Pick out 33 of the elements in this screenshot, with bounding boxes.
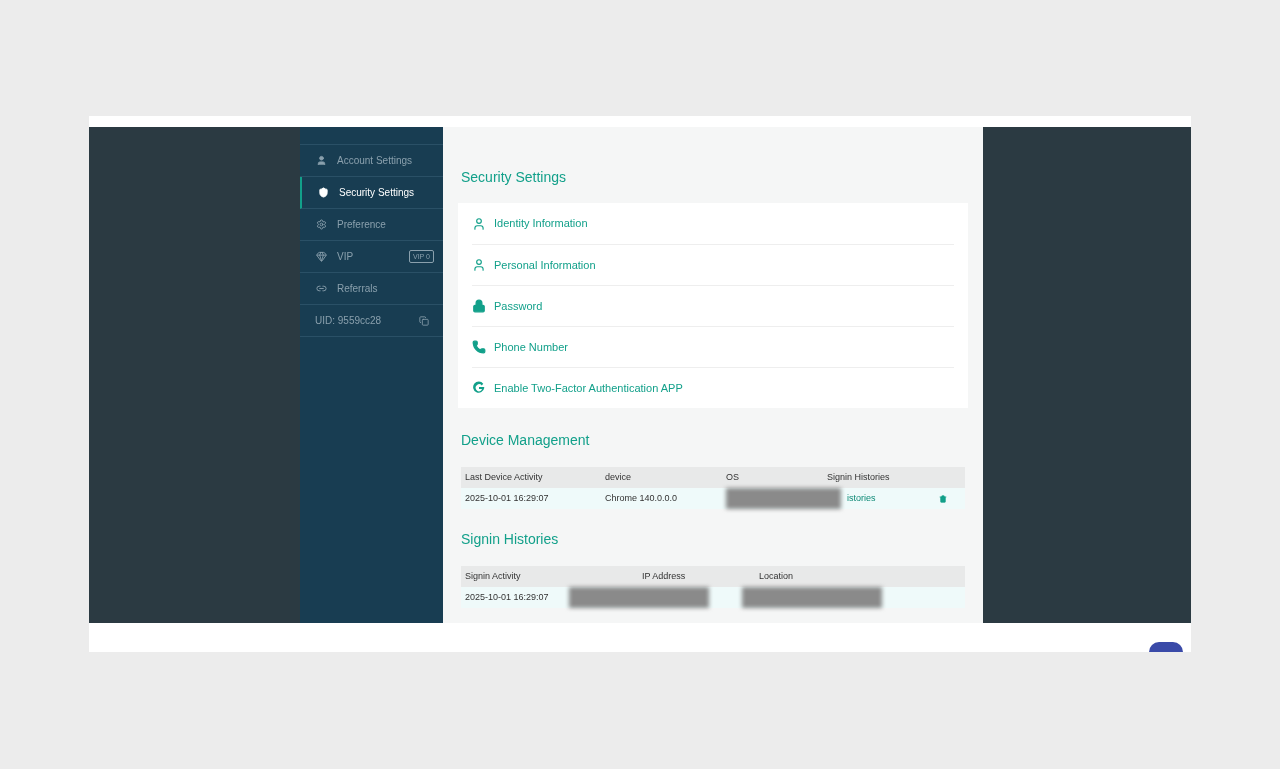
gem-icon bbox=[316, 251, 327, 262]
column-header: OS bbox=[726, 470, 740, 484]
shield-icon bbox=[318, 187, 329, 198]
histories-link[interactable]: istories bbox=[847, 491, 939, 506]
table-cell-text: 2025-10-01 16:29:07 bbox=[465, 491, 550, 505]
security-item[interactable]: Password bbox=[472, 285, 954, 326]
delete-icon[interactable] bbox=[939, 494, 947, 503]
section-title: Security Settings bbox=[460, 168, 568, 187]
security-item[interactable]: Enable Two-Factor Authentication APP bbox=[472, 367, 954, 408]
security-item[interactable]: Personal Information bbox=[472, 244, 954, 285]
link-icon bbox=[316, 283, 327, 294]
security-item[interactable]: Identity Information bbox=[472, 203, 954, 244]
column-header: Signin Activity bbox=[465, 569, 522, 583]
security-item[interactable]: Phone Number bbox=[472, 326, 954, 367]
lock-icon bbox=[472, 299, 486, 313]
chat-bubble[interactable] bbox=[1149, 642, 1183, 652]
copy-icon[interactable] bbox=[419, 315, 429, 326]
user-icon bbox=[316, 155, 327, 166]
column-header: Last Device Activity bbox=[465, 470, 544, 484]
column-header: Signin Histories bbox=[827, 470, 890, 484]
phone-icon bbox=[472, 340, 486, 354]
user-icon bbox=[472, 258, 486, 272]
settings-icon bbox=[316, 219, 327, 230]
section-title: Device Management bbox=[460, 431, 591, 450]
google-icon bbox=[472, 381, 486, 395]
section-title: Signin Histories bbox=[460, 530, 560, 549]
column-header: device bbox=[605, 470, 632, 484]
user-icon bbox=[472, 216, 486, 231]
column-header: IP Address bbox=[642, 569, 687, 583]
uid-label: UID: 9559cc28 bbox=[315, 314, 382, 328]
column-header: Location bbox=[759, 569, 794, 583]
table-cell-text: Chrome 140.0.0.0 bbox=[605, 491, 679, 505]
table-cell-text: 2025-10-01 16:29:07 bbox=[465, 590, 550, 604]
